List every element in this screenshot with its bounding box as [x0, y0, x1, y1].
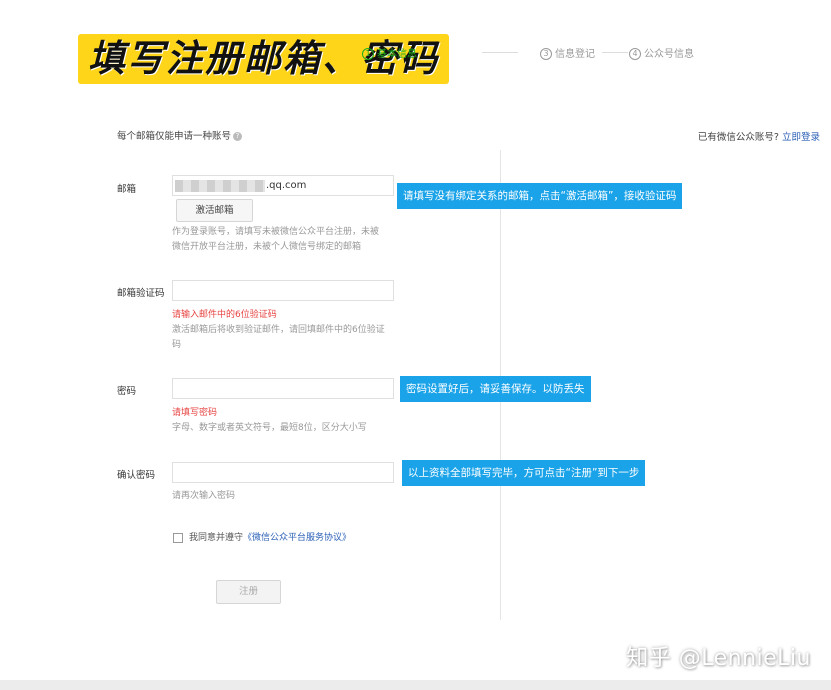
- step-number: 3: [540, 48, 552, 60]
- step-label: 信息登记: [555, 49, 595, 60]
- confirm-callout: 以上资料全部填写完毕，方可点击“注册”到下一步: [402, 460, 646, 486]
- password-error: 请填写密码: [172, 408, 218, 418]
- account-limit-note: 每个邮箱仅能申请一种账号?: [117, 128, 243, 142]
- email-label: 邮箱: [117, 184, 137, 195]
- verification-code-input[interactable]: [172, 280, 394, 301]
- bottom-strip: [0, 680, 831, 690]
- step-label: 公众号信息: [644, 49, 694, 60]
- step-basic-info: 1 基本信息: [362, 45, 417, 60]
- step-account-info: 4 公众号信息: [629, 45, 694, 60]
- email-redacted: [175, 180, 265, 192]
- code-label: 邮箱验证码: [117, 288, 165, 299]
- activate-email-button[interactable]: 激活邮箱: [176, 199, 253, 222]
- password-label: 密码: [117, 386, 137, 397]
- password-callout: 密码设置好后，请妥善保存。以防丢失: [400, 376, 591, 402]
- code-hint: 激活邮箱后将收到验证邮件，请回填邮件中的6位验证码: [172, 325, 385, 350]
- agreement-checkbox[interactable]: [173, 532, 183, 543]
- login-link[interactable]: 立即登录: [782, 132, 820, 143]
- email-suffix: .qq.com: [266, 180, 307, 191]
- login-prompt: 已有微信公众账号?: [697, 132, 779, 143]
- watermark: 知乎 @LennieLiu: [626, 646, 811, 671]
- confirm-password-label: 确认密码: [117, 470, 156, 481]
- agreement-text: 我同意并遵守: [189, 533, 244, 543]
- registration-panel: [0, 0, 831, 690]
- confirm-password-hint: 请再次输入密码: [172, 491, 236, 501]
- step-number: 4: [629, 48, 641, 60]
- email-callout: 请填写没有绑定关系的邮箱，点击“激活邮箱”，接收验证码: [397, 183, 683, 209]
- email-hint: 作为登录账号，请填写未被微信公众平台注册，未被微信开放平台注册，未被个人微信号绑…: [172, 227, 380, 252]
- help-icon[interactable]: ?: [233, 132, 243, 141]
- login-hint: 已有微信公众账号? 立即登录: [698, 129, 820, 143]
- password-input[interactable]: [172, 378, 394, 399]
- limit-note-text: 每个邮箱仅能申请一种账号: [117, 131, 232, 142]
- register-button[interactable]: 注册: [216, 580, 281, 604]
- confirm-password-input[interactable]: [172, 462, 394, 483]
- agreement-link[interactable]: 《微信公众平台服务协议》: [243, 533, 351, 543]
- step-number: 1: [362, 48, 374, 60]
- step-connector: [602, 52, 628, 53]
- step-registration: 3 信息登记: [540, 45, 595, 60]
- step-connector: [482, 52, 518, 53]
- password-hint: 字母、数字或者英文符号，最短8位，区分大小写: [172, 423, 367, 433]
- agreement-row: 我同意并遵守《微信公众平台服务协议》: [173, 530, 351, 543]
- code-error: 请输入邮件中的6位验证码: [172, 310, 277, 320]
- step-label: 基本信息: [377, 49, 417, 60]
